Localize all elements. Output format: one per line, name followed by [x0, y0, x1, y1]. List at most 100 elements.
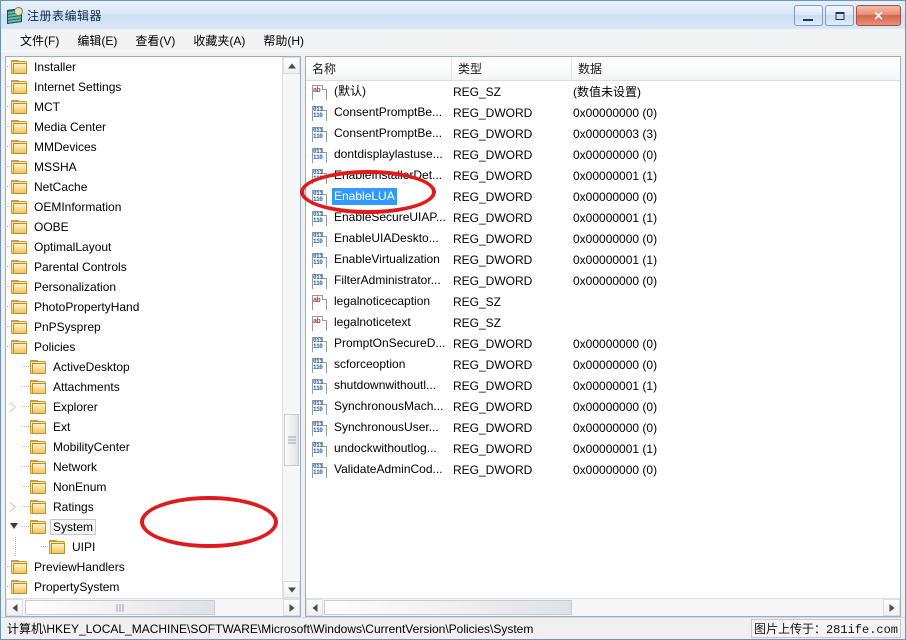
value-type-cell: REG_SZ	[452, 295, 572, 309]
table-row[interactable]: 011110ConsentPromptBe...REG_DWORD0x00000…	[306, 123, 900, 144]
value-data-cell: 0x00000003 (3)	[572, 127, 900, 141]
tree-scroll-down-button[interactable]	[283, 581, 300, 598]
image-watermark: 图片上传于：281ife.com	[751, 619, 901, 638]
column-header-name[interactable]: 名称	[306, 57, 452, 80]
tree-horizontal-scrollbar[interactable]	[6, 598, 300, 616]
table-row[interactable]: 011110SynchronousMach...REG_DWORD0x00000…	[306, 396, 900, 417]
tree-item-network[interactable]: Network	[6, 457, 282, 477]
tree-connector	[41, 537, 48, 557]
tree-item-internet-settings[interactable]: Internet Settings	[6, 77, 282, 97]
tree-item-label: MMDevices	[31, 139, 100, 155]
tree-vertical-scrollbar[interactable]	[282, 57, 300, 598]
values-list[interactable]: ab(默认)REG_SZ(数值未设置)011110ConsentPromptBe…	[306, 81, 900, 598]
tree-item-mssha[interactable]: MSSHA	[6, 157, 282, 177]
table-row[interactable]: 011110ConsentPromptBe...REG_DWORD0x00000…	[306, 102, 900, 123]
table-row[interactable]: ablegalnoticetextREG_SZ	[306, 312, 900, 333]
value-data-cell: 0x00000001 (1)	[572, 169, 900, 183]
table-row[interactable]: 011110undockwithoutlog...REG_DWORD0x0000…	[306, 438, 900, 459]
tree-item-ext[interactable]: Ext	[6, 417, 282, 437]
tree-item-attachments[interactable]: Attachments	[6, 377, 282, 397]
tree-hscroll-track[interactable]	[23, 599, 283, 616]
tree-item-system[interactable]: System	[6, 517, 282, 537]
column-header-type[interactable]: 类型	[452, 57, 572, 80]
tree-scroll-view[interactable]: InstallerInternet SettingsMCTMedia Cente…	[6, 57, 282, 598]
tree-items-container: InstallerInternet SettingsMCTMedia Cente…	[6, 57, 282, 597]
chevron-right-icon[interactable]	[6, 497, 22, 517]
minimize-button[interactable]	[794, 5, 823, 26]
table-row[interactable]: ablegalnoticecaptionREG_SZ	[306, 291, 900, 312]
tree-item-photopropertyhand[interactable]: PhotoPropertyHand	[6, 297, 282, 317]
table-row[interactable]: 011110EnableUIADeskto...REG_DWORD0x00000…	[306, 228, 900, 249]
tree-hscroll-thumb[interactable]	[25, 600, 215, 615]
menu-edit[interactable]: 编辑(E)	[68, 30, 126, 51]
tree-hscroll-left-button[interactable]	[6, 599, 23, 616]
tree-connector	[22, 457, 29, 477]
table-row[interactable]: ab(默认)REG_SZ(数值未设置)	[306, 81, 900, 102]
table-row[interactable]: 011110PromptOnSecureD...REG_DWORD0x00000…	[306, 333, 900, 354]
tree-item-label: OptimalLayout	[31, 239, 114, 255]
chevron-right-icon[interactable]	[6, 397, 22, 417]
menu-favorites[interactable]: 收藏夹(A)	[184, 30, 254, 51]
tree-item-nonenum[interactable]: NonEnum	[6, 477, 282, 497]
tree-item-media-center[interactable]: Media Center	[6, 117, 282, 137]
table-row[interactable]: 011110ValidateAdminCod...REG_DWORD0x0000…	[306, 459, 900, 480]
tree-item-oeminformation[interactable]: OEMInformation	[6, 197, 282, 217]
value-name: EnableVirtualization	[332, 251, 442, 268]
list-hscroll-thumb[interactable]	[324, 600, 572, 615]
tree-item-oobe[interactable]: OOBE	[6, 217, 282, 237]
tree-item-optimallayout[interactable]: OptimalLayout	[6, 237, 282, 257]
tree-item-mct[interactable]: MCT	[6, 97, 282, 117]
tree-item-mmdevices[interactable]: MMDevices	[6, 137, 282, 157]
tree-item-ratings[interactable]: Ratings	[6, 497, 282, 517]
tree-item-mobilitycenter[interactable]: MobilityCenter	[6, 437, 282, 457]
value-type-cell: REG_SZ	[452, 316, 572, 330]
menu-help[interactable]: 帮助(H)	[254, 30, 313, 51]
folder-icon	[10, 140, 27, 154]
tree-scroll-up-button[interactable]	[283, 57, 300, 74]
tree-scroll-track[interactable]	[283, 74, 300, 581]
tree-item-installer[interactable]: Installer	[6, 57, 282, 77]
tree-item-netcache[interactable]: NetCache	[6, 177, 282, 197]
list-hscroll-right-button[interactable]	[883, 599, 900, 616]
value-data-cell: 0x00000000 (0)	[572, 337, 900, 351]
table-row[interactable]: 011110scforceoptionREG_DWORD0x00000000 (…	[306, 354, 900, 375]
tree-item-label: OOBE	[31, 219, 72, 235]
table-row[interactable]: 011110SynchronousUser...REG_DWORD0x00000…	[306, 417, 900, 438]
list-hscroll-track[interactable]	[323, 599, 883, 616]
value-data-cell: 0x00000000 (0)	[572, 148, 900, 162]
list-hscroll-left-button[interactable]	[306, 599, 323, 616]
table-row[interactable]: 011110EnableInstallerDet...REG_DWORD0x00…	[306, 165, 900, 186]
value-name: ValidateAdminCod...	[332, 461, 445, 478]
tree-item-label: PropertySystem	[31, 579, 122, 595]
menu-view[interactable]: 查看(V)	[126, 30, 184, 51]
tree-hscroll-right-button[interactable]	[283, 599, 300, 616]
table-row[interactable]: 011110dontdisplaylastuse...REG_DWORD0x00…	[306, 144, 900, 165]
tree-item-activedesktop[interactable]: ActiveDesktop	[6, 357, 282, 377]
tree-item-uipi[interactable]: UIPI	[6, 537, 282, 557]
close-button[interactable]: ✕	[856, 5, 901, 26]
value-name: SynchronousUser...	[332, 419, 441, 436]
table-row[interactable]: 011110EnableSecureUIAP...REG_DWORD0x0000…	[306, 207, 900, 228]
table-row[interactable]: 011110shutdownwithoutl...REG_DWORD0x0000…	[306, 375, 900, 396]
tree-item-personalization[interactable]: Personalization	[6, 277, 282, 297]
tree-item-propertysystem[interactable]: PropertySystem	[6, 577, 282, 597]
table-row[interactable]: 011110FilterAdministrator...REG_DWORD0x0…	[306, 270, 900, 291]
menu-file[interactable]: 文件(F)	[11, 30, 68, 51]
value-type-cell: REG_DWORD	[452, 169, 572, 183]
table-row[interactable]: 011110EnableLUAREG_DWORD0x00000000 (0)	[306, 186, 900, 207]
tree-item-policies[interactable]: Policies	[6, 337, 282, 357]
list-horizontal-scrollbar[interactable]	[306, 598, 900, 616]
tree-item-label: NonEnum	[50, 479, 109, 495]
value-name: EnableLUA	[332, 188, 397, 205]
tree-item-pnpsysprep[interactable]: PnPSysprep	[6, 317, 282, 337]
value-name: dontdisplaylastuse...	[332, 146, 445, 163]
folder-icon	[10, 200, 27, 214]
tree-item-explorer[interactable]: Explorer	[6, 397, 282, 417]
maximize-button[interactable]	[825, 5, 854, 26]
column-header-data[interactable]: 数据	[572, 57, 900, 80]
tree-scroll-thumb[interactable]	[284, 414, 299, 466]
tree-item-parental-controls[interactable]: Parental Controls	[6, 257, 282, 277]
table-row[interactable]: 011110EnableVirtualizationREG_DWORD0x000…	[306, 249, 900, 270]
tree-item-previewhandlers[interactable]: PreviewHandlers	[6, 557, 282, 577]
chevron-down-icon[interactable]	[6, 517, 22, 537]
